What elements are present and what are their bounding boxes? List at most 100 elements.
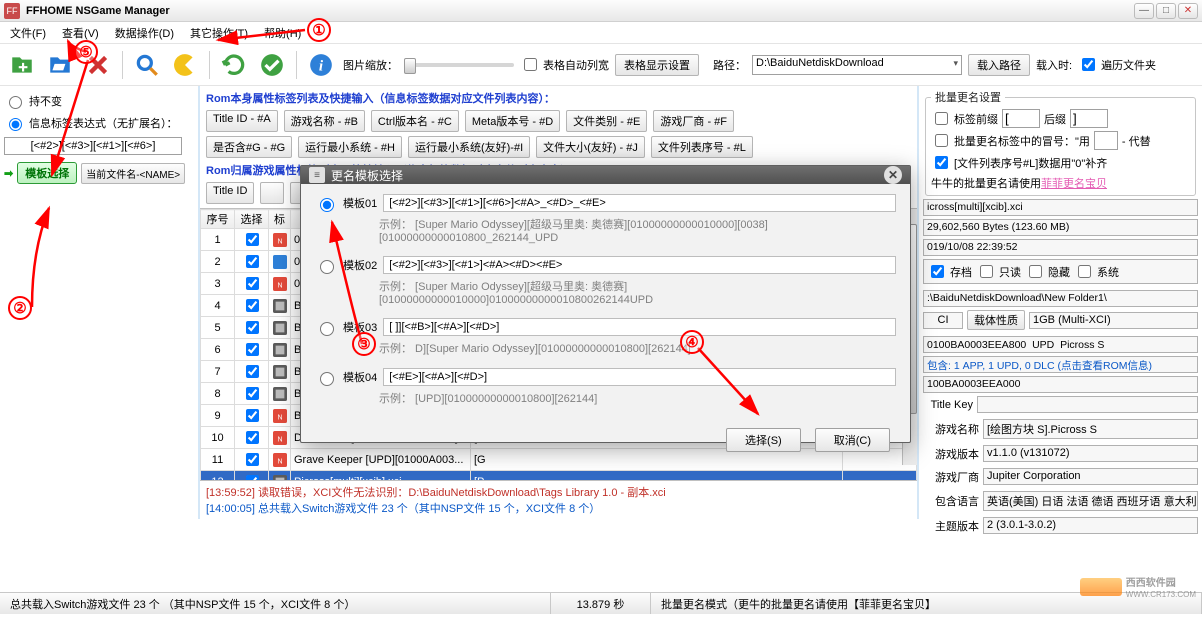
traverse-checkbox[interactable]: 遍历文件夹 — [1078, 55, 1156, 74]
add-folder-button[interactable] — [6, 49, 38, 81]
close-button[interactable]: ✕ — [1178, 3, 1198, 19]
package-info-field[interactable]: 包含: 1 APP, 1 UPD, 0 DLC (点击查看ROM信息) — [923, 356, 1198, 373]
table-header[interactable]: 选择 — [235, 210, 269, 229]
row-select[interactable] — [235, 295, 269, 317]
row-select[interactable] — [235, 427, 269, 449]
table-row[interactable]: 12Picross[multi][xcib].xci[P — [201, 471, 917, 481]
load-path-button[interactable]: 载入路径 — [968, 54, 1030, 76]
builtin-tag-btn[interactable]: 游戏厂商 - #F — [653, 110, 734, 132]
builtin-tag-btn[interactable]: 游戏名称 - #B — [284, 110, 365, 132]
template-radio[interactable] — [320, 260, 334, 274]
suffix-label: 后缀 — [1044, 111, 1066, 127]
radio-keep[interactable] — [9, 96, 22, 109]
template-dialog-cancel[interactable]: 取消(C) — [815, 428, 890, 452]
template-radio[interactable] — [320, 322, 334, 336]
row-type-icon: N — [269, 427, 291, 449]
pacman-button[interactable] — [169, 49, 201, 81]
menu-file[interactable]: 文件(F) — [4, 23, 52, 43]
thumb-slider[interactable] — [404, 63, 514, 67]
menu-bar: 文件(F) 查看(V) 数据操作(D) 其它操作(T) 帮助(H) — [0, 22, 1202, 44]
builtin-tag-row: Title ID - #A 游戏名称 - #B Ctrl版本名 - #C Meta版本… — [206, 110, 911, 132]
maximize-button[interactable]: □ — [1156, 3, 1176, 19]
row-select[interactable] — [235, 273, 269, 295]
file-size-field: 29,602,560 Bytes (123.60 MB) — [923, 219, 1198, 236]
builtin-tag-btn[interactable]: Ctrl版本名 - #C — [371, 110, 459, 132]
menu-view[interactable]: 查看(V) — [56, 23, 105, 43]
menu-data[interactable]: 数据操作(D) — [109, 23, 180, 43]
radio-expr[interactable] — [9, 118, 22, 131]
table-header[interactable]: 标 — [269, 210, 291, 229]
minimize-button[interactable]: — — [1134, 3, 1154, 19]
suffix-input[interactable] — [1070, 109, 1108, 128]
builtin-tag-btn[interactable]: 文件列表序号 - #L — [651, 136, 753, 158]
info-button[interactable]: i — [305, 49, 337, 81]
row-select[interactable] — [235, 405, 269, 427]
row-index: 10 — [201, 427, 235, 449]
linked-tag-btn[interactable] — [260, 182, 283, 204]
row-select[interactable] — [235, 361, 269, 383]
path-label: 路径： — [713, 57, 746, 73]
prefix-checkbox[interactable]: 标签前缀 — [931, 109, 998, 128]
builtin-tag-btn[interactable]: 是否含#G - #G — [206, 136, 292, 158]
row-index: 5 — [201, 317, 235, 339]
title-id-field: 100BA0003EEA000 — [923, 376, 1198, 393]
template-select-button[interactable]: 模板选择 — [17, 162, 77, 184]
template-pattern: [<#2>][<#3>][<#1>][<#6>]<#A>_<#D>_<#E> — [383, 194, 896, 212]
builtin-tag-btn[interactable]: Title ID - #A — [206, 110, 278, 132]
file-mtime-field: 019/10/08 22:39:52 — [923, 239, 1198, 256]
builtin-tag-btn[interactable]: 运行最小系统(友好)-#I — [408, 136, 530, 158]
refresh-button[interactable] — [218, 49, 250, 81]
current-name-button[interactable]: 当前文件名-<NAME> — [81, 163, 185, 184]
attr-hidden[interactable]: 隐藏 — [1025, 262, 1070, 281]
row-select[interactable] — [235, 383, 269, 405]
row-select[interactable] — [235, 449, 269, 471]
row-select[interactable] — [235, 471, 269, 481]
row-select[interactable] — [235, 229, 269, 251]
builtin-tag-btn[interactable]: 文件大小(友好) - #J — [536, 136, 645, 158]
path-combo[interactable]: D:\BaiduNetdiskDownload — [752, 55, 962, 75]
menu-help[interactable]: 帮助(H) — [258, 23, 307, 43]
template-radio[interactable] — [320, 372, 334, 386]
row-select[interactable] — [235, 251, 269, 273]
template-example: 示例： [UPD][01000000000010800][262144] — [379, 390, 896, 406]
delete-button[interactable] — [82, 49, 114, 81]
template-radio[interactable] — [320, 198, 334, 212]
builtin-tag-btn[interactable]: 运行最小系统 - #H — [298, 136, 402, 158]
row-index: 1 — [201, 229, 235, 251]
table-header[interactable]: 序号 — [201, 210, 235, 229]
promo-link[interactable]: 菲菲更名宝贝 — [1041, 178, 1107, 190]
info-lang-label: 包含语言 — [923, 493, 979, 509]
template-name: 模板03 — [343, 319, 377, 335]
thumb-label: 图片缩放： — [343, 57, 398, 73]
status-bar: 总共载入Switch游戏文件 23 个 （其中NSP文件 15 个，XCI文件 … — [0, 592, 1202, 614]
row-index: 4 — [201, 295, 235, 317]
seqpad-checkbox[interactable]: [文件列表序号#L]数据用"0"补齐 — [931, 153, 1107, 172]
template-dialog-ok[interactable]: 选择(S) — [726, 428, 801, 452]
attr-readonly[interactable]: 只读 — [976, 262, 1021, 281]
info-maker-value: Jupiter Corporation — [983, 468, 1198, 485]
pattern-input[interactable]: [<#2>][<#3>][<#1>][<#6>] — [4, 137, 182, 155]
info-lang-value: 英语(美国) 日语 法语 德语 西班牙语 意大利语 — [983, 491, 1198, 511]
builtin-tag-btn[interactable]: 文件类别 - #E — [566, 110, 647, 132]
left-panel: 持不变 信息标签表达式（无扩展名）： [<#2>][<#3>][<#1>][<#… — [0, 86, 200, 519]
builtin-tag-btn[interactable]: Meta版本号 - #D — [465, 110, 560, 132]
row-type-icon: N — [269, 273, 291, 295]
prefix-input[interactable] — [1002, 109, 1040, 128]
row-select[interactable] — [235, 339, 269, 361]
linked-tag-btn[interactable]: Title ID — [206, 182, 254, 204]
attr-archive[interactable]: 存档 — [927, 262, 972, 281]
colon-rep-input[interactable] — [1094, 131, 1118, 150]
row-newname: [P — [471, 471, 843, 481]
open-folder-button[interactable] — [44, 49, 76, 81]
autowidth-checkbox[interactable]: 表格自动列宽 — [520, 55, 609, 74]
attr-system[interactable]: 系统 — [1074, 262, 1119, 281]
carrier-type-button[interactable]: 载体性质 — [967, 310, 1025, 330]
search-button[interactable] — [131, 49, 163, 81]
display-settings-button[interactable]: 表格显示设置 — [615, 54, 699, 76]
row-select[interactable] — [235, 317, 269, 339]
confirm-button[interactable] — [256, 49, 288, 81]
template-dialog-close[interactable]: ✕ — [884, 166, 902, 184]
menu-other[interactable]: 其它操作(T) — [184, 23, 254, 43]
row-index: 3 — [201, 273, 235, 295]
colon-replace-checkbox[interactable]: 批量更名标签中的冒号："用 — [931, 131, 1090, 150]
